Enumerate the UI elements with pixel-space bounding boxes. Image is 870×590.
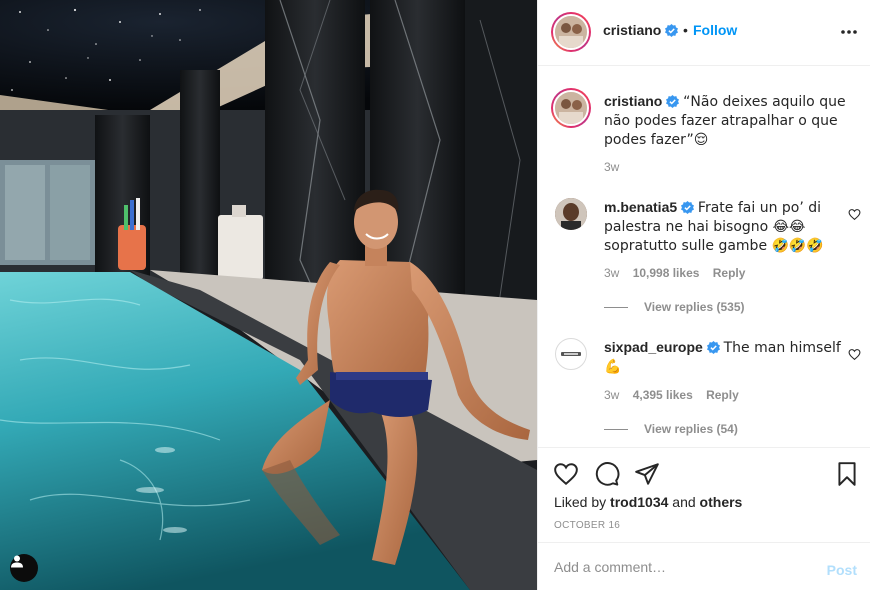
comment-time[interactable]: 3w (604, 388, 619, 402)
liked-by: Liked by trod1034 and others (554, 494, 742, 510)
verified-badge-icon (706, 341, 720, 354)
verified-badge-icon (681, 201, 695, 214)
liked-by-prefix: Liked by (554, 494, 607, 510)
user-tag-button[interactable] (10, 554, 38, 582)
verified-badge-icon (666, 95, 680, 108)
comment-time[interactable]: 3w (604, 266, 619, 280)
comment-meta: 3w 4,395 likes Reply (604, 388, 749, 402)
comment-likes[interactable]: 10,998 likes (633, 266, 700, 280)
comment-body: sixpad_europe The man himself 💪 (604, 338, 849, 376)
reply-button[interactable]: Reply (713, 266, 746, 280)
comment-like-heart-icon[interactable] (848, 348, 861, 361)
comment-avatar[interactable] (555, 338, 587, 370)
comment-like-heart-icon[interactable] (848, 208, 861, 221)
caption-meta: 3w (604, 160, 629, 174)
comment-likes[interactable]: 4,395 likes (633, 388, 693, 402)
verified-badge-icon (665, 24, 678, 37)
author-username[interactable]: cristiano (603, 22, 661, 38)
add-comment-input[interactable] (554, 557, 804, 577)
view-replies-label: View replies (54) (644, 422, 738, 436)
post-header: cristiano • Follow (538, 0, 870, 66)
more-options-icon[interactable] (839, 22, 859, 42)
comment-meta: 3w 10,998 likes Reply (604, 266, 755, 280)
user-tag-icon (11, 555, 23, 568)
view-replies-button[interactable]: View replies (535) (604, 300, 745, 314)
post-comment-button[interactable]: Post (827, 562, 857, 578)
divider-line (604, 429, 628, 430)
pool-scene-image (0, 0, 537, 590)
post-side-panel: cristiano • Follow cristiano “Não deixes… (537, 0, 870, 590)
author-avatar[interactable] (551, 12, 591, 52)
comment-icon[interactable] (594, 461, 620, 487)
comment-username[interactable]: m.benatia5 (604, 199, 677, 215)
liked-by-others[interactable]: others (700, 494, 743, 510)
liked-by-conjunction: and (672, 494, 696, 510)
comment-body: m.benatia5 Frate fai un po’ di palestra … (604, 198, 849, 255)
reply-button[interactable]: Reply (706, 388, 739, 402)
post-date[interactable]: OCTOBER 16 (554, 520, 620, 531)
avatar-image (553, 90, 589, 126)
separator-dot: • (683, 22, 688, 38)
post-photo[interactable] (0, 0, 537, 590)
bookmark-icon[interactable] (834, 461, 860, 487)
avatar-image (553, 14, 589, 50)
caption-time[interactable]: 3w (604, 160, 619, 174)
caption-body: cristiano “Não deixes aquilo que não pod… (604, 92, 849, 149)
caption-author-avatar[interactable] (551, 88, 591, 128)
post-actions: Liked by trod1034 and others OCTOBER 16 (538, 447, 870, 542)
follow-button[interactable]: Follow (693, 22, 737, 38)
view-replies-label: View replies (535) (644, 300, 745, 314)
liked-by-user[interactable]: trod1034 (610, 494, 668, 510)
view-replies-button[interactable]: View replies (54) (604, 422, 738, 436)
divider-line (604, 307, 628, 308)
caption-username[interactable]: cristiano (604, 93, 662, 109)
comment-avatar[interactable] (555, 198, 587, 230)
share-icon[interactable] (634, 461, 660, 487)
comment-bar: Post (538, 542, 870, 590)
heart-icon[interactable] (553, 461, 579, 487)
comment-username[interactable]: sixpad_europe (604, 339, 703, 355)
